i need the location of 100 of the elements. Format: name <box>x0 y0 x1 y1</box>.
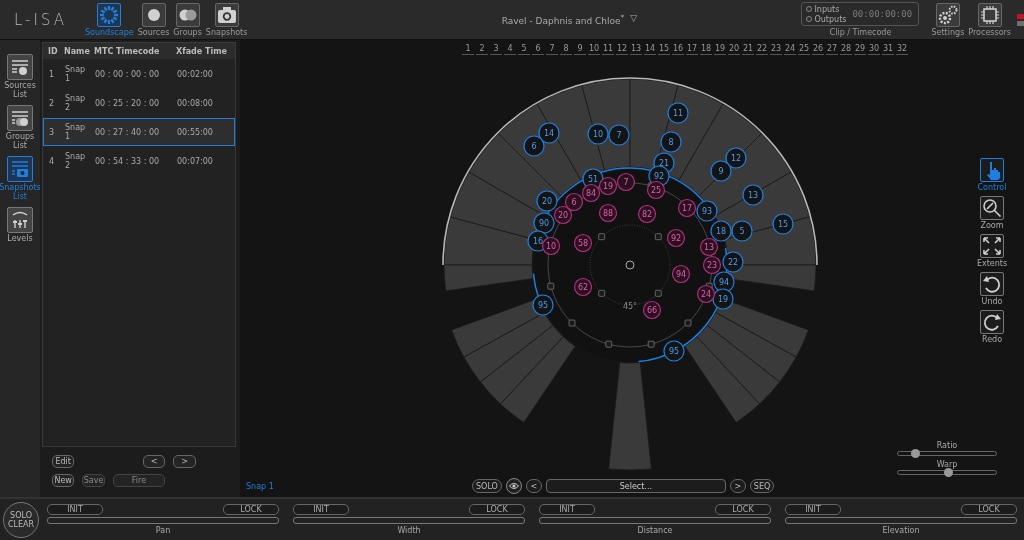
slider-track[interactable] <box>897 470 997 475</box>
chip-icon <box>978 3 1001 26</box>
snapshot-select[interactable]: Select... <box>545 479 726 493</box>
snapshot-button[interactable]: Edit <box>52 455 75 468</box>
snapshot-row[interactable]: 3 Snap 1 00 : 27 : 40 : 00 00:55:00 <box>43 118 235 146</box>
table-cell-text: 00:55:00 <box>177 127 214 137</box>
parameter-label: Pan <box>154 526 172 535</box>
source-node[interactable]: 10 <box>587 123 609 145</box>
four-arrows-icon <box>981 235 1003 257</box>
table-cell-text: 1 <box>49 69 56 79</box>
slider-thumb[interactable] <box>944 468 954 477</box>
slider-track[interactable] <box>897 451 997 456</box>
snapshot-button[interactable]: < <box>143 455 166 468</box>
radio-option[interactable]: Outputs <box>806 14 847 24</box>
seq-button[interactable]: SEQ <box>749 479 775 493</box>
source-node[interactable]: 94 <box>671 264 691 284</box>
column-header: ID <box>48 46 59 56</box>
radio-option[interactable]: Inputs <box>806 4 847 14</box>
source-node[interactable]: 62 <box>573 277 593 297</box>
snapshot-row[interactable]: 2 Snap 2 00 : 25 : 20 : 00 00:08:00 <box>43 89 235 117</box>
table-cell-text: 2 <box>49 98 56 108</box>
slider-label: Warp <box>936 460 958 469</box>
snapshot-row[interactable]: 4 Snap 2 00 : 54 : 33 : 00 00:07:00 <box>43 147 235 175</box>
lock-button[interactable]: LOCK <box>223 504 279 515</box>
parameter-label: Width <box>396 526 422 535</box>
init-button[interactable]: INIT <box>539 504 595 515</box>
source-node[interactable]: 15 <box>772 213 794 235</box>
init-button[interactable]: INIT <box>47 504 103 515</box>
table-cell-text: 3 <box>49 127 56 137</box>
previous-button[interactable]: < <box>525 479 542 493</box>
source-node[interactable]: 6 <box>564 192 584 212</box>
zoom-icon <box>981 197 1003 219</box>
source-node[interactable]: 95 <box>532 294 554 316</box>
source-node[interactable]: 24 <box>696 284 716 304</box>
table-cell-text: Snap 2 <box>65 152 87 170</box>
table-cell-text: Snap 1 <box>65 65 87 83</box>
parameter-slider[interactable] <box>293 517 525 524</box>
project-menu-toggle[interactable]: ▽ <box>630 13 638 26</box>
eye-button[interactable] <box>505 478 522 494</box>
snapshot-button[interactable]: New <box>52 474 75 487</box>
source-node[interactable]: 58 <box>573 233 593 253</box>
table-cell-text: 00:07:00 <box>177 156 214 166</box>
source-node[interactable]: 18 <box>710 220 732 242</box>
source-node[interactable]: 19 <box>598 176 618 196</box>
column-header: Xfade Time <box>176 46 228 56</box>
source-node[interactable]: 25 <box>646 180 666 200</box>
lock-button[interactable]: LOCK <box>715 504 771 515</box>
source-node[interactable]: 88 <box>598 203 618 223</box>
lock-button[interactable]: LOCK <box>961 504 1017 515</box>
slider-label: Ratio <box>936 441 958 450</box>
source-node[interactable]: 11 <box>667 102 689 124</box>
parameter-slider[interactable] <box>47 517 279 524</box>
column-header: MTC Timecode <box>94 46 161 56</box>
side-nav-item[interactable]: Snapshots List <box>0 156 40 201</box>
next-button[interactable]: > <box>729 479 746 493</box>
clip-timecode-label: Clip / Timecode <box>829 28 892 37</box>
source-node[interactable]: 95 <box>663 340 685 362</box>
toolbar-tab[interactable]: Soundscape <box>85 2 134 37</box>
app-logo: L-ISA <box>14 10 67 29</box>
side-nav-item[interactable]: Groups List <box>0 105 40 150</box>
source-node[interactable]: 82 <box>637 204 657 224</box>
source-node[interactable]: 9 <box>710 160 732 182</box>
table-cell-text: 00 : 00 : 00 : 00 <box>95 69 161 79</box>
slider-thumb[interactable] <box>911 449 921 458</box>
table-cell-text: Snap 1 <box>65 123 87 141</box>
source-node[interactable]: 5 <box>731 220 753 242</box>
project-title: Ravel - Daphnis and Chloe$^{*}$ <box>501 13 625 26</box>
toolbar-tab[interactable]: Snapshots <box>205 2 248 37</box>
parameter-slider[interactable] <box>785 517 1017 524</box>
source-node[interactable]: 7 <box>608 124 630 146</box>
source-node[interactable]: 92 <box>666 228 686 248</box>
table-cell-text: 00 : 25 : 20 : 00 <box>95 98 161 108</box>
source-node[interactable]: 17 <box>677 198 697 218</box>
source-node[interactable]: 84 <box>581 183 601 203</box>
snapshot-button[interactable]: > <box>173 455 196 468</box>
init-button[interactable]: INIT <box>293 504 349 515</box>
lock-button[interactable]: LOCK <box>469 504 525 515</box>
source-node[interactable]: 20 <box>536 190 558 212</box>
source-node[interactable]: 13 <box>699 237 719 257</box>
solo-button[interactable]: SOLO <box>472 479 502 493</box>
angle-label: 45° <box>622 302 638 311</box>
side-nav-item[interactable]: Sources List <box>0 54 40 99</box>
solo-clear-button[interactable]: SOLO CLEAR <box>3 501 39 538</box>
source-node[interactable]: 22 <box>722 251 744 273</box>
source-node[interactable]: 93 <box>696 200 718 222</box>
source-node[interactable]: 13 <box>742 184 764 206</box>
source-node[interactable]: 7 <box>616 172 636 192</box>
current-snapshot-label: Snap 1 <box>246 481 275 491</box>
side-nav-item[interactable]: Levels <box>0 207 40 243</box>
parameter-label: Elevation <box>881 526 921 535</box>
source-node[interactable]: 8 <box>660 131 682 153</box>
toolbar-button[interactable]: Processors <box>968 2 1011 37</box>
snapshot-row[interactable]: 1 Snap 1 00 : 00 : 00 : 00 00:02:00 <box>43 60 235 88</box>
init-button[interactable]: INIT <box>785 504 841 515</box>
parameter-slider[interactable] <box>539 517 771 524</box>
gears-icon <box>936 3 959 26</box>
table-cell-text: 4 <box>49 156 56 166</box>
source-node[interactable]: 66 <box>642 300 662 320</box>
source-node[interactable]: 23 <box>702 255 722 275</box>
source-node[interactable]: 6 <box>523 135 545 157</box>
